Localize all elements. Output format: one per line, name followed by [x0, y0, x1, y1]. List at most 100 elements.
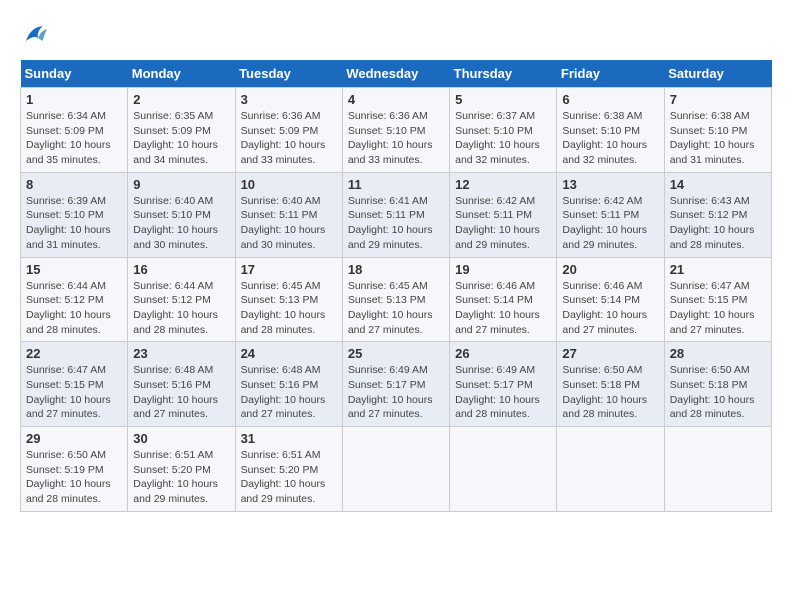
- day-number: 8: [26, 177, 122, 192]
- page-header: [20, 20, 772, 50]
- calendar-week-row: 1 Sunrise: 6:34 AM Sunset: 5:09 PM Daylig…: [21, 88, 772, 173]
- calendar-cell: 20 Sunrise: 6:46 AM Sunset: 5:14 PM Dayli…: [557, 257, 664, 342]
- day-info: Sunrise: 6:46 AM Sunset: 5:14 PM Dayligh…: [455, 279, 551, 338]
- calendar-cell: 27 Sunrise: 6:50 AM Sunset: 5:18 PM Dayli…: [557, 342, 664, 427]
- day-number: 11: [348, 177, 444, 192]
- day-info: Sunrise: 6:41 AM Sunset: 5:11 PM Dayligh…: [348, 194, 444, 253]
- calendar-cell: 18 Sunrise: 6:45 AM Sunset: 5:13 PM Dayli…: [342, 257, 449, 342]
- day-info: Sunrise: 6:50 AM Sunset: 5:18 PM Dayligh…: [670, 363, 766, 422]
- calendar-cell: 14Sunrise: 6:43 AM Sunset: 5:12 PM Dayli…: [664, 172, 771, 257]
- day-info: Sunrise: 6:38 AM Sunset: 5:10 PM Dayligh…: [562, 109, 658, 168]
- day-number: 5: [455, 92, 551, 107]
- day-info: Sunrise: 6:46 AM Sunset: 5:14 PM Dayligh…: [562, 279, 658, 338]
- calendar-cell: 15Sunrise: 6:44 AM Sunset: 5:12 PM Dayli…: [21, 257, 128, 342]
- calendar-cell: 30 Sunrise: 6:51 AM Sunset: 5:20 PM Dayli…: [128, 427, 235, 512]
- day-number: 13: [562, 177, 658, 192]
- day-info: Sunrise: 6:48 AM Sunset: 5:16 PM Dayligh…: [133, 363, 229, 422]
- weekday-header-saturday: Saturday: [664, 60, 771, 88]
- calendar-cell: 1 Sunrise: 6:34 AM Sunset: 5:09 PM Daylig…: [21, 88, 128, 173]
- calendar-cell: [450, 427, 557, 512]
- day-number: 17: [241, 262, 337, 277]
- day-number: 27: [562, 346, 658, 361]
- calendar-cell: 24Sunrise: 6:48 AM Sunset: 5:16 PM Dayli…: [235, 342, 342, 427]
- calendar-cell: 6 Sunrise: 6:38 AM Sunset: 5:10 PM Daylig…: [557, 88, 664, 173]
- weekday-header-friday: Friday: [557, 60, 664, 88]
- day-info: Sunrise: 6:42 AM Sunset: 5:11 PM Dayligh…: [455, 194, 551, 253]
- calendar-week-row: 22 Sunrise: 6:47 AM Sunset: 5:15 PM Dayli…: [21, 342, 772, 427]
- day-number: 7: [670, 92, 766, 107]
- day-info: Sunrise: 6:51 AM Sunset: 5:20 PM Dayligh…: [133, 448, 229, 507]
- calendar-header-row: SundayMondayTuesdayWednesdayThursdayFrid…: [21, 60, 772, 88]
- day-info: Sunrise: 6:47 AM Sunset: 5:15 PM Dayligh…: [670, 279, 766, 338]
- calendar-week-row: 8 Sunrise: 6:39 AM Sunset: 5:10 PM Daylig…: [21, 172, 772, 257]
- calendar-table: SundayMondayTuesdayWednesdayThursdayFrid…: [20, 60, 772, 512]
- day-info: Sunrise: 6:38 AM Sunset: 5:10 PM Dayligh…: [670, 109, 766, 168]
- weekday-header-sunday: Sunday: [21, 60, 128, 88]
- day-number: 16: [133, 262, 229, 277]
- day-info: Sunrise: 6:39 AM Sunset: 5:10 PM Dayligh…: [26, 194, 122, 253]
- day-number: 23: [133, 346, 229, 361]
- calendar-cell: 8 Sunrise: 6:39 AM Sunset: 5:10 PM Daylig…: [21, 172, 128, 257]
- calendar-cell: 29 Sunrise: 6:50 AM Sunset: 5:19 PM Dayli…: [21, 427, 128, 512]
- day-number: 30: [133, 431, 229, 446]
- day-info: Sunrise: 6:47 AM Sunset: 5:15 PM Dayligh…: [26, 363, 122, 422]
- day-number: 28: [670, 346, 766, 361]
- day-number: 24: [241, 346, 337, 361]
- day-info: Sunrise: 6:44 AM Sunset: 5:12 PM Dayligh…: [133, 279, 229, 338]
- logo: [20, 20, 54, 50]
- day-number: 21: [670, 262, 766, 277]
- calendar-cell: 21 Sunrise: 6:47 AM Sunset: 5:15 PM Dayli…: [664, 257, 771, 342]
- calendar-cell: 23 Sunrise: 6:48 AM Sunset: 5:16 PM Dayli…: [128, 342, 235, 427]
- day-info: Sunrise: 6:35 AM Sunset: 5:09 PM Dayligh…: [133, 109, 229, 168]
- day-number: 2: [133, 92, 229, 107]
- calendar-cell: 3 Sunrise: 6:36 AM Sunset: 5:09 PM Daylig…: [235, 88, 342, 173]
- day-number: 26: [455, 346, 551, 361]
- day-info: Sunrise: 6:45 AM Sunset: 5:13 PM Dayligh…: [348, 279, 444, 338]
- day-info: Sunrise: 6:50 AM Sunset: 5:18 PM Dayligh…: [562, 363, 658, 422]
- calendar-cell: [664, 427, 771, 512]
- day-info: Sunrise: 6:49 AM Sunset: 5:17 PM Dayligh…: [455, 363, 551, 422]
- calendar-cell: 12 Sunrise: 6:42 AM Sunset: 5:11 PM Dayli…: [450, 172, 557, 257]
- calendar-cell: 11 Sunrise: 6:41 AM Sunset: 5:11 PM Dayli…: [342, 172, 449, 257]
- calendar-cell: 2 Sunrise: 6:35 AM Sunset: 5:09 PM Daylig…: [128, 88, 235, 173]
- calendar-week-row: 29 Sunrise: 6:50 AM Sunset: 5:19 PM Dayli…: [21, 427, 772, 512]
- day-info: Sunrise: 6:40 AM Sunset: 5:10 PM Dayligh…: [133, 194, 229, 253]
- day-info: Sunrise: 6:36 AM Sunset: 5:09 PM Dayligh…: [241, 109, 337, 168]
- weekday-header-wednesday: Wednesday: [342, 60, 449, 88]
- day-number: 22: [26, 346, 122, 361]
- day-number: 19: [455, 262, 551, 277]
- calendar-cell: 4Sunrise: 6:36 AM Sunset: 5:10 PM Daylig…: [342, 88, 449, 173]
- day-info: Sunrise: 6:50 AM Sunset: 5:19 PM Dayligh…: [26, 448, 122, 507]
- calendar-week-row: 15 Sunrise: 6:44 AM Sunset: 5:12 PM Dayli…: [21, 257, 772, 342]
- day-number: 12: [455, 177, 551, 192]
- calendar-cell: 31Sunrise: 6:51 AM Sunset: 5:20 PM Dayli…: [235, 427, 342, 512]
- day-info: Sunrise: 6:37 AM Sunset: 5:10 PM Dayligh…: [455, 109, 551, 168]
- calendar-cell: 28 Sunrise: 6:50 AM Sunset: 5:18 PM Dayli…: [664, 342, 771, 427]
- day-info: Sunrise: 6:34 AM Sunset: 5:09 PM Dayligh…: [26, 109, 122, 168]
- day-number: 1: [26, 92, 122, 107]
- calendar-cell: 7 Sunrise: 6:38 AM Sunset: 5:10 PM Daylig…: [664, 88, 771, 173]
- calendar-cell: [342, 427, 449, 512]
- day-number: 15: [26, 262, 122, 277]
- calendar-cell: 13Sunrise: 6:42 AM Sunset: 5:11 PM Dayli…: [557, 172, 664, 257]
- calendar-cell: 17 Sunrise: 6:45 AM Sunset: 5:13 PM Dayli…: [235, 257, 342, 342]
- day-number: 9: [133, 177, 229, 192]
- day-number: 10: [241, 177, 337, 192]
- day-number: 4: [348, 92, 444, 107]
- weekday-header-tuesday: Tuesday: [235, 60, 342, 88]
- day-info: Sunrise: 6:49 AM Sunset: 5:17 PM Dayligh…: [348, 363, 444, 422]
- day-info: Sunrise: 6:45 AM Sunset: 5:13 PM Dayligh…: [241, 279, 337, 338]
- day-number: 29: [26, 431, 122, 446]
- day-number: 6: [562, 92, 658, 107]
- calendar-cell: 9 Sunrise: 6:40 AM Sunset: 5:10 PM Daylig…: [128, 172, 235, 257]
- calendar-cell: [557, 427, 664, 512]
- day-number: 18: [348, 262, 444, 277]
- weekday-header-thursday: Thursday: [450, 60, 557, 88]
- calendar-cell: 10 Sunrise: 6:40 AM Sunset: 5:11 PM Dayli…: [235, 172, 342, 257]
- calendar-cell: 16 Sunrise: 6:44 AM Sunset: 5:12 PM Dayli…: [128, 257, 235, 342]
- day-number: 14: [670, 177, 766, 192]
- day-number: 20: [562, 262, 658, 277]
- day-number: 3: [241, 92, 337, 107]
- calendar-cell: 5 Sunrise: 6:37 AM Sunset: 5:10 PM Daylig…: [450, 88, 557, 173]
- day-info: Sunrise: 6:40 AM Sunset: 5:11 PM Dayligh…: [241, 194, 337, 253]
